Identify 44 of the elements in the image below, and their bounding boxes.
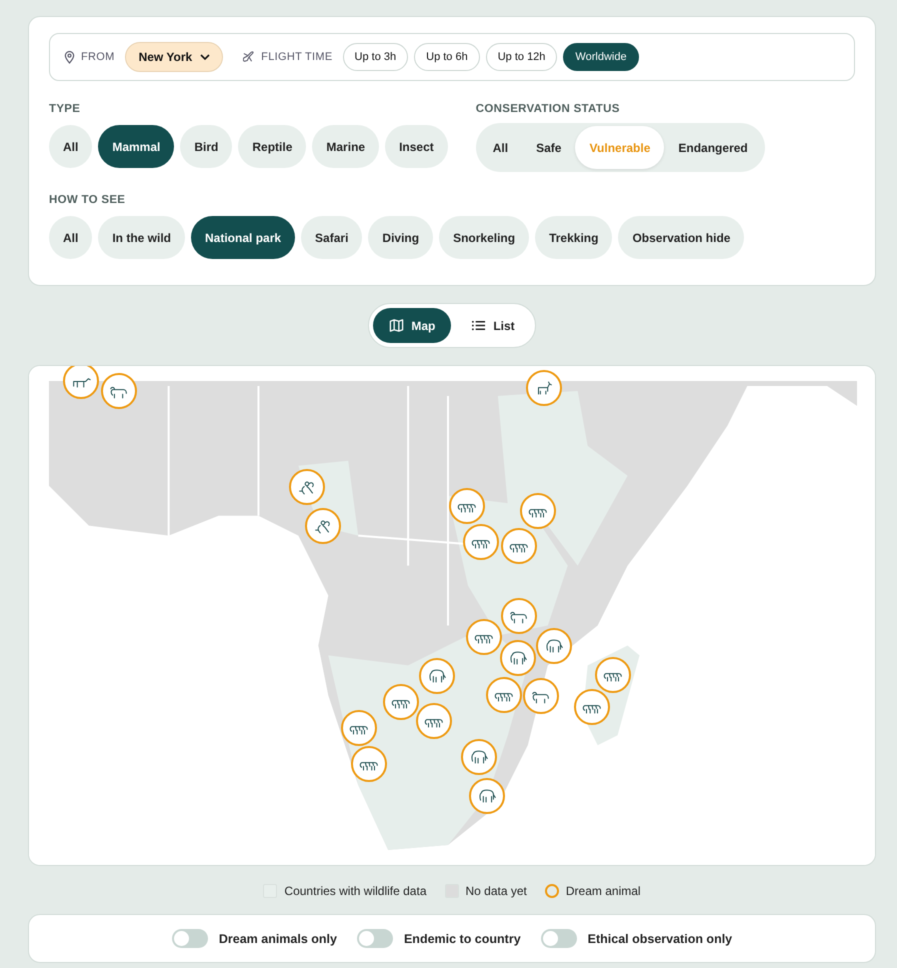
toggle-label: Ethical observation only [588, 932, 732, 946]
section-label: HOW TO SEE [49, 194, 126, 206]
legend-label: No data yet [466, 884, 527, 898]
type-chip[interactable]: Mammal [98, 125, 174, 168]
view-option[interactable]: List [455, 308, 531, 343]
flight-time-option[interactable]: Worldwide [563, 43, 639, 71]
status-option[interactable]: Safe [522, 126, 576, 169]
viewing-chip[interactable]: Safari [301, 216, 362, 259]
status-option[interactable]: Endangered [664, 126, 762, 169]
viewing-chip[interactable]: Trekking [535, 216, 612, 259]
origin-dropdown[interactable]: New York [124, 42, 224, 72]
chevron-down-icon [200, 54, 210, 60]
plane-icon [243, 51, 256, 63]
section-label: CONSERVATION STATUS [476, 103, 621, 115]
toggle-label: Endemic to country [404, 932, 521, 946]
type-chip[interactable]: Insect [385, 125, 448, 168]
viewing-chip[interactable]: Diving [368, 216, 434, 259]
type-chip[interactable]: Marine [312, 125, 380, 168]
view-option[interactable]: Map [373, 308, 452, 343]
section-label: TYPE [49, 103, 82, 115]
from-label: FROM [81, 51, 115, 63]
viewing-chip[interactable]: Observation hide [618, 216, 744, 259]
type-chip[interactable]: Reptile [238, 125, 306, 168]
flight-time-label: FLIGHT TIME [261, 51, 333, 63]
viewing-chip[interactable]: National park [191, 216, 296, 259]
toggle-switch[interactable] [540, 929, 577, 948]
status-option[interactable]: All [478, 126, 522, 169]
flight-time-option[interactable]: Up to 12h [486, 43, 558, 71]
list-icon [471, 318, 486, 333]
toggle-switch[interactable] [356, 929, 393, 948]
viewing-chip[interactable]: All [49, 216, 92, 259]
legend-label: Countries with wildlife data [284, 884, 426, 898]
viewing-chip[interactable]: In the wild [98, 216, 186, 259]
marker-ring-icon [544, 884, 559, 898]
flight-time-option[interactable]: Up to 6h [414, 43, 480, 71]
toggle-switch[interactable] [172, 929, 208, 948]
location-pin-icon [64, 50, 75, 64]
legend-label: Dream animal [566, 884, 641, 898]
map-icon [389, 318, 404, 333]
type-chip[interactable]: Bird [180, 125, 232, 168]
type-chip[interactable]: All [49, 125, 92, 168]
toggle-label: Dream animals only [218, 932, 337, 946]
flight-time-option[interactable]: Up to 3h [342, 43, 408, 71]
viewing-chip[interactable]: Snorkeling [439, 216, 530, 259]
